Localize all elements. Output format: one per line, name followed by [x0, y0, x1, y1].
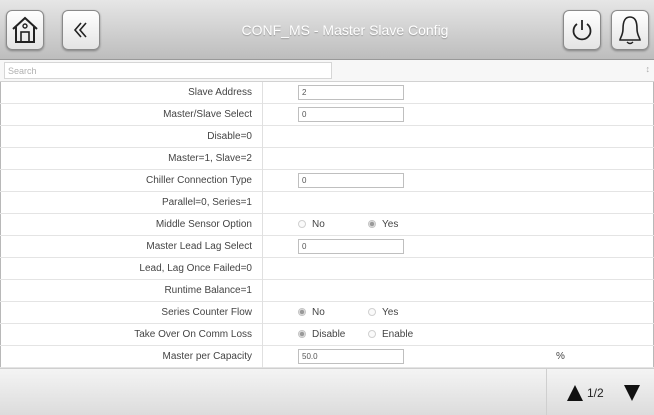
radio-dot [368, 330, 376, 338]
triangle-down-icon[interactable] [624, 385, 640, 401]
radio-label: Disable [312, 329, 346, 340]
param-label: Series Counter Flow [161, 307, 252, 318]
param-label: Chiller Connection Type [146, 175, 252, 186]
column-divider [262, 258, 263, 280]
param-label: Slave Address [188, 87, 252, 98]
column-divider [262, 236, 263, 258]
parameter-list: Slave Address 2 Master/Slave Select 0 Di… [0, 82, 654, 368]
bell-icon [619, 16, 641, 45]
param-label: Master/Slave Select [163, 109, 252, 120]
radio-take-over-enable[interactable]: Enable [368, 324, 413, 346]
param-label: Master per Capacity [162, 351, 252, 362]
column-divider [262, 148, 263, 170]
master-lead-lag-select-input[interactable]: 0 [298, 239, 404, 254]
param-row: Parallel=0, Series=1 [0, 192, 654, 214]
radio-label: No [312, 307, 325, 318]
radio-dot [368, 308, 376, 316]
footer-bar: 1/2 [0, 368, 654, 415]
param-hint: Parallel=0, Series=1 [161, 197, 252, 208]
radio-label: Yes [382, 219, 399, 230]
radio-dot-selected [298, 330, 306, 338]
column-divider [262, 82, 263, 104]
header-bar: CONF_MS - Master Slave Config [0, 0, 654, 60]
sort-icon[interactable]: ↕ [646, 64, 651, 74]
column-divider [262, 280, 263, 302]
pager: 1/2 [546, 369, 654, 415]
radio-dot-selected [298, 308, 306, 316]
param-row: Middle Sensor Option No Yes [0, 214, 654, 236]
master-slave-select-input[interactable]: 0 [298, 107, 404, 122]
column-divider [262, 302, 263, 324]
search-input[interactable] [4, 62, 332, 79]
param-row: Slave Address 2 [0, 82, 654, 104]
radio-take-over-disable[interactable]: Disable [298, 324, 345, 346]
radio-dot [298, 220, 306, 228]
alarm-button[interactable] [611, 10, 649, 50]
radio-label: No [312, 219, 325, 230]
param-row: Series Counter Flow No Yes [0, 302, 654, 324]
page-title: CONF_MS - Master Slave Config [241, 22, 449, 38]
param-row: Master/Slave Select 0 [0, 104, 654, 126]
param-row: Chiller Connection Type 0 [0, 170, 654, 192]
page-indicator: 1/2 [587, 386, 604, 400]
param-row: Take Over On Comm Loss Disable Enable [0, 324, 654, 346]
triangle-up-icon[interactable] [567, 385, 583, 401]
column-divider [262, 170, 263, 192]
column-divider [262, 104, 263, 126]
radio-dot-selected [368, 220, 376, 228]
back-button[interactable] [62, 10, 100, 50]
column-divider [262, 214, 263, 236]
slave-address-input[interactable]: 2 [298, 85, 404, 100]
home-icon [12, 16, 38, 43]
param-hint: Lead, Lag Once Failed=0 [139, 263, 252, 274]
radio-series-counter-flow-no[interactable]: No [298, 302, 325, 324]
double-chevron-left-icon [73, 22, 87, 38]
unit-label: % [556, 351, 565, 362]
param-label: Master Lead Lag Select [146, 241, 252, 252]
column-divider [262, 192, 263, 214]
column-divider [262, 346, 263, 368]
radio-series-counter-flow-yes[interactable]: Yes [368, 302, 398, 324]
radio-label: Enable [382, 329, 414, 340]
param-label: Middle Sensor Option [155, 219, 252, 230]
radio-label: Yes [382, 307, 399, 318]
param-row: Master Lead Lag Select 0 [0, 236, 654, 258]
param-row: Master=1, Slave=2 [0, 148, 654, 170]
chiller-connection-type-input[interactable]: 0 [298, 173, 404, 188]
radio-middle-sensor-yes[interactable]: Yes [368, 214, 398, 236]
param-row: Lead, Lag Once Failed=0 [0, 258, 654, 280]
master-per-capacity-input[interactable]: 50.0 [298, 349, 404, 364]
radio-middle-sensor-no[interactable]: No [298, 214, 325, 236]
power-icon [572, 20, 592, 41]
home-button[interactable] [6, 10, 44, 50]
power-button[interactable] [563, 10, 601, 50]
param-label: Take Over On Comm Loss [134, 329, 252, 340]
param-hint: Master=1, Slave=2 [168, 153, 252, 164]
column-divider [262, 126, 263, 148]
column-divider [262, 324, 263, 346]
param-hint: Runtime Balance=1 [164, 285, 252, 296]
param-hint: Disable=0 [207, 131, 252, 142]
param-row: Master per Capacity 50.0 % [0, 346, 654, 368]
param-row: Runtime Balance=1 [0, 280, 654, 302]
param-row: Disable=0 [0, 126, 654, 148]
search-bar: ↕ [0, 60, 654, 82]
